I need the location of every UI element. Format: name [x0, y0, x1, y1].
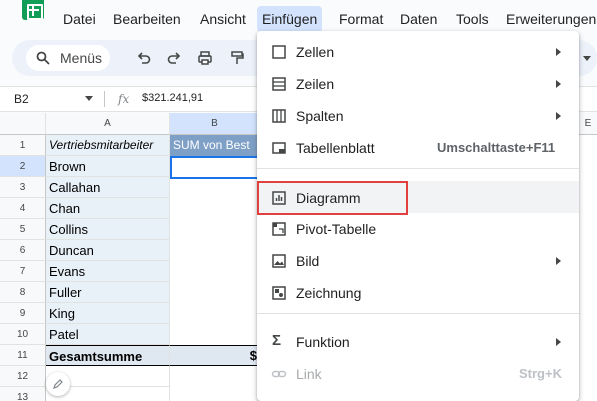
menu-erweiterungen[interactable]: Erweiterungen [504, 9, 597, 29]
menu-einfuegen[interactable]: Einfügen [257, 6, 323, 32]
image-icon [272, 254, 286, 268]
menu-ansicht[interactable]: Ansicht [198, 9, 248, 29]
cell-a4[interactable]: Chan [46, 198, 170, 219]
menu-bearbeiten[interactable]: Bearbeiten [111, 9, 183, 29]
row-header-11[interactable]: 11 [0, 345, 46, 366]
rows-icon [272, 77, 286, 91]
row-header-10[interactable]: 10 [0, 324, 46, 345]
redo-icon[interactable] [166, 50, 182, 66]
menu-item-funktion-label: Funktion [296, 334, 350, 350]
submenu-arrow-icon [556, 80, 561, 88]
row-header-2[interactable]: 2 [0, 156, 46, 177]
shortcut-link: Strg+K [519, 366, 562, 381]
menu-datei[interactable]: Datei [61, 9, 98, 29]
name-box-caret-icon[interactable] [85, 96, 93, 101]
formula-separator [104, 91, 105, 107]
menu-item-spalten-label: Spalten [296, 108, 344, 124]
search-label: Menüs [60, 50, 103, 66]
menu-format[interactable]: Format [337, 9, 385, 29]
sigma-icon: Σ [272, 332, 282, 349]
menu-separator [257, 313, 579, 314]
menu-item-link-label: Link [296, 366, 322, 382]
menu-item-zeichnung-label: Zeichnung [296, 285, 362, 301]
submenu-arrow-icon [556, 257, 561, 265]
shortcut-tabellenblatt: Umschalttaste+F11 [437, 140, 556, 155]
submenu-arrow-icon [556, 338, 561, 346]
cell-a6[interactable]: Duncan [46, 240, 170, 261]
submenu-arrow-icon [556, 48, 561, 56]
menu-separator [257, 168, 579, 169]
cell-a9[interactable]: King [46, 303, 170, 324]
cell-a10[interactable]: Patel [46, 324, 170, 345]
column-header-b[interactable]: B [170, 113, 260, 135]
row-header-1[interactable]: 1 [0, 135, 46, 156]
row-header-8[interactable]: 8 [0, 282, 46, 303]
fx-icon: fx [118, 92, 130, 106]
row-header-13[interactable]: 13 [0, 387, 46, 401]
print-icon[interactable] [197, 50, 213, 66]
cell-a7[interactable]: Evans [46, 261, 170, 282]
cell-a1-header[interactable]: Vertriebsmitarbeiter [46, 135, 170, 156]
submenu-arrow-icon [556, 112, 561, 120]
row-header-5[interactable]: 5 [0, 219, 46, 240]
undo-icon[interactable] [136, 50, 152, 66]
menu-item-tabellenblatt-label: Tabellenblatt [296, 140, 375, 156]
row-header-4[interactable]: 4 [0, 198, 46, 219]
column-header-e[interactable]: E [579, 113, 597, 135]
name-box[interactable]: B2 [14, 92, 29, 106]
cell-a3[interactable]: Callahan [46, 177, 170, 198]
cell-a11-total[interactable]: Gesamtsumme [46, 345, 170, 366]
sheet-icon [272, 142, 286, 154]
menu-daten[interactable]: Daten [398, 9, 439, 29]
row-header-12[interactable]: 12 [0, 366, 46, 387]
search-icon [36, 51, 50, 65]
sheets-logo-icon[interactable] [22, 0, 44, 20]
row-header-3[interactable]: 3 [0, 177, 46, 198]
menu-item-pivot-label: Pivot-Tabelle [296, 221, 377, 237]
cell-a8[interactable]: Fuller [46, 282, 170, 303]
link-icon [271, 370, 287, 378]
column-header-a[interactable]: A [46, 113, 170, 135]
row-header-6[interactable]: 6 [0, 240, 46, 261]
menu-item-diagramm-label: Diagramm [296, 190, 361, 206]
toolbar-more-caret-icon[interactable] [583, 56, 591, 61]
row-header-9[interactable]: 9 [0, 303, 46, 324]
cell-a2[interactable]: Brown [46, 156, 170, 177]
paint-format-icon[interactable] [229, 50, 245, 66]
cell-icon [272, 45, 286, 59]
menu-tools[interactable]: Tools [454, 9, 491, 29]
chart-icon [272, 191, 286, 205]
formula-input[interactable]: $321.241,91 [142, 92, 203, 104]
menu-item-bild-label: Bild [296, 253, 320, 269]
sheets-app: Datei Bearbeiten Ansicht Einfügen Format… [0, 0, 597, 401]
menu-item-zeilen-label: Zeilen [296, 76, 335, 92]
cell-a5[interactable]: Collins [46, 219, 170, 240]
row-header-7[interactable]: 7 [0, 261, 46, 282]
menu-item-zellen-label: Zellen [296, 44, 335, 60]
selected-cell-b2[interactable] [170, 156, 258, 179]
cell-b1-header[interactable]: SUM von Best [170, 135, 257, 156]
cell-b11-total[interactable]: $ [170, 345, 257, 366]
columns-icon [272, 109, 286, 123]
pivot-icon [272, 222, 286, 236]
drawing-icon [272, 286, 286, 300]
pencil-icon [53, 379, 63, 389]
select-all-corner[interactable] [0, 113, 46, 135]
